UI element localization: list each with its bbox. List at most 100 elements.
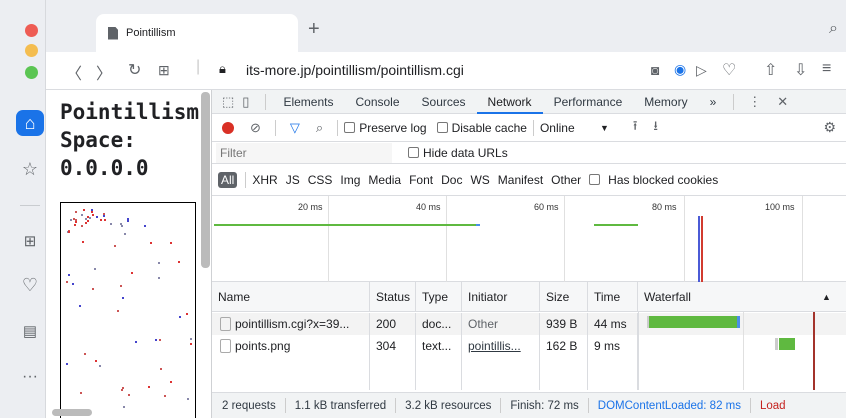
import-icon[interactable]: ⭱ — [633, 117, 638, 139]
camera-icon[interactable]: ◙ — [651, 62, 659, 78]
reader-icon[interactable]: ▤ — [14, 316, 46, 346]
reload-icon[interactable]: ↻ — [128, 60, 141, 80]
col-size[interactable]: Size — [540, 282, 588, 311]
clear-icon[interactable]: ⊘ — [250, 120, 261, 136]
menu-icon[interactable]: ≡ — [822, 60, 831, 78]
type-font[interactable]: Font — [409, 173, 433, 187]
row-time: 44 ms — [588, 313, 638, 335]
row-name: points.png — [235, 339, 291, 353]
tab-network[interactable]: Network — [476, 90, 543, 114]
download-icon[interactable]: ⇩ — [794, 60, 807, 80]
export-icon[interactable]: ⭳ — [653, 117, 658, 139]
search-tabs-icon[interactable]: ⌕ — [829, 20, 838, 38]
tab-sources[interactable]: Sources — [411, 90, 477, 114]
tab-elements[interactable]: Elements — [272, 90, 344, 114]
send-icon[interactable]: ▷ — [696, 62, 707, 79]
chevron-down-icon[interactable]: ▼ — [600, 123, 609, 133]
back-icon[interactable]: 〈 — [66, 60, 82, 84]
inspect-icon[interactable]: ⬚ — [222, 94, 234, 110]
canvas-dot — [104, 218, 107, 221]
filter-input[interactable]: Filter — [216, 142, 392, 163]
more-tabs-button[interactable]: » — [699, 90, 728, 114]
type-xhr[interactable]: XHR — [252, 173, 277, 187]
type-css[interactable]: CSS — [308, 173, 333, 187]
type-manifest[interactable]: Manifest — [498, 173, 543, 187]
canvas-dot — [68, 231, 71, 234]
tab-performance[interactable]: Performance — [543, 90, 634, 114]
row-time: 9 ms — [588, 335, 638, 357]
apps-icon[interactable]: ⊞ — [158, 62, 170, 79]
canvas-dot — [92, 288, 95, 291]
page-icon — [108, 26, 118, 40]
close-window-dot[interactable] — [25, 24, 38, 37]
status-requests: 2 requests — [222, 399, 276, 412]
share-icon[interactable]: ⇧ — [764, 60, 777, 80]
vertical-scrollbar[interactable] — [201, 92, 210, 268]
tab-pointillism[interactable]: Pointillism — [96, 14, 298, 52]
type-js[interactable]: JS — [286, 173, 300, 187]
close-devtools-icon[interactable]: ✕ — [777, 94, 788, 110]
toolbar: 〈 〉 ↻ ⊞ | 🔒︎ its-more.jp/pointillism/poi… — [46, 52, 846, 90]
col-initiator[interactable]: Initiator — [462, 282, 540, 311]
row-name-cell: points.png — [212, 335, 370, 357]
tab-console[interactable]: Console — [344, 90, 410, 114]
overview-load-line — [701, 216, 703, 282]
favorite-icon[interactable]: ♡ — [722, 60, 736, 80]
search-icon[interactable]: ⌕ — [316, 120, 323, 136]
document-icon — [220, 317, 231, 331]
row-size: 162 B — [540, 335, 588, 357]
row-type: doc... — [416, 313, 462, 335]
sort-arrow-icon[interactable]: ▲ — [822, 292, 846, 302]
canvas-dot — [94, 360, 97, 363]
type-doc[interactable]: Doc — [441, 173, 462, 187]
heart-icon[interactable]: ♡ — [14, 270, 46, 300]
horizontal-scrollbar[interactable] — [52, 409, 92, 416]
network-overview[interactable]: 20 ms 40 ms 60 ms 80 ms 100 ms — [212, 196, 846, 282]
blocked-cookies-checkbox[interactable] — [589, 174, 601, 185]
lock-icon[interactable]: 🔒︎ — [219, 61, 226, 77]
filter-row: Filter Hide data URLs — [212, 142, 846, 164]
kebab-menu-icon[interactable]: ⋮ — [748, 94, 761, 110]
preserve-log-checkbox[interactable] — [344, 122, 356, 133]
forward-icon[interactable]: 〉 — [96, 60, 112, 84]
maximize-window-dot[interactable] — [25, 66, 38, 79]
type-media[interactable]: Media — [368, 173, 401, 187]
blocked-cookies-label: Has blocked cookies — [608, 172, 719, 187]
home-icon[interactable]: ⌂ — [16, 110, 44, 136]
pointillism-canvas[interactable] — [60, 202, 196, 418]
row-initiator-link[interactable]: pointillis... — [468, 339, 521, 353]
disable-cache-label: Disable cache — [451, 120, 527, 135]
col-status[interactable]: Status — [370, 282, 416, 311]
new-tab-button[interactable]: + — [308, 18, 320, 41]
type-all[interactable]: All — [218, 171, 238, 188]
filter-icon[interactable]: ▽ — [290, 120, 300, 136]
type-img[interactable]: Img — [340, 173, 360, 187]
settings-gear-icon[interactable]: ⚙ — [823, 119, 836, 136]
col-type[interactable]: Type — [416, 282, 462, 311]
col-name[interactable]: Name — [212, 282, 370, 311]
tab-memory[interactable]: Memory — [633, 90, 698, 114]
canvas-dot — [150, 241, 153, 244]
record-icon[interactable] — [222, 121, 234, 134]
shield-icon[interactable]: ◉ — [674, 61, 686, 78]
canvas-dot — [126, 220, 129, 223]
address-bar[interactable]: its-more.jp/pointillism/pointillism.cgi — [246, 62, 464, 78]
throttle-select[interactable]: Online — [540, 121, 600, 135]
row-name-cell: pointillism.cgi?x=39... — [212, 313, 370, 335]
canvas-dot — [179, 315, 182, 318]
hide-data-urls-checkbox[interactable] — [408, 147, 419, 158]
star-icon[interactable]: ☆ — [14, 154, 46, 184]
type-ws[interactable]: WS — [470, 173, 489, 187]
device-toolbar-icon[interactable]: ▯ — [242, 94, 249, 110]
minimize-window-dot[interactable] — [25, 44, 38, 57]
type-other[interactable]: Other — [551, 173, 581, 187]
more-icon[interactable]: ··· — [14, 362, 46, 392]
col-waterfall[interactable]: Waterfall — [638, 282, 822, 311]
canvas-dot — [164, 395, 167, 398]
disable-cache-checkbox[interactable] — [436, 122, 448, 133]
col-time[interactable]: Time — [588, 282, 638, 311]
canvas-dot — [110, 222, 113, 225]
grid-icon[interactable]: ⊞ — [14, 226, 46, 256]
tab-bar: Pointillism + ⌕ — [46, 0, 846, 52]
canvas-dot — [120, 222, 123, 225]
